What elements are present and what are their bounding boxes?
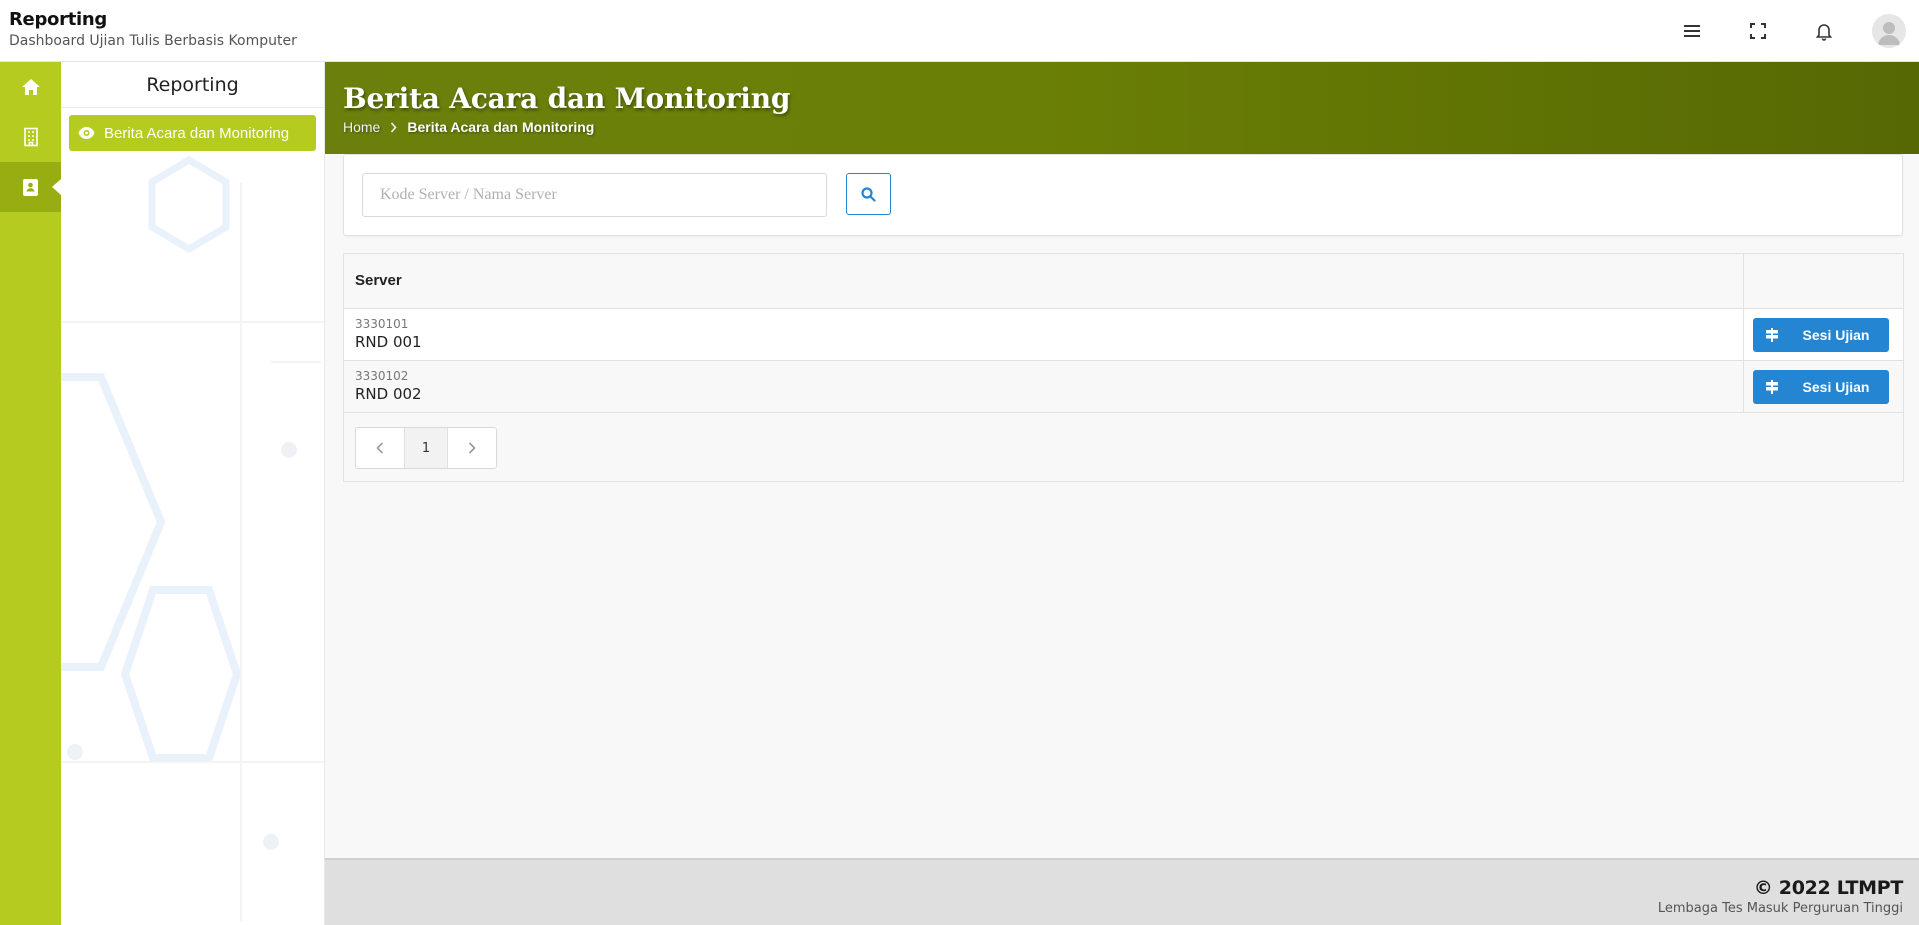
address-book-icon	[22, 178, 39, 197]
pagination: 1	[355, 427, 497, 469]
table-header: Server	[344, 254, 1903, 309]
sesi-ujian-button[interactable]: Sesi Ujian	[1753, 318, 1889, 352]
user-avatar-icon[interactable]	[1872, 14, 1906, 48]
sidebar-item-berita-acara[interactable]: Berita Acara dan Monitoring	[69, 115, 316, 151]
prev-page-button[interactable]	[356, 428, 404, 468]
search-input[interactable]	[362, 173, 827, 217]
search-card	[343, 154, 1903, 236]
chevron-right-icon	[468, 442, 476, 454]
server-code: 3330102	[355, 369, 409, 383]
hexagon-background	[61, 155, 324, 922]
table-row: 3330101 RND 001 Sesi Ujian	[344, 309, 1903, 361]
bell-icon[interactable]	[1812, 19, 1836, 43]
brand: Reporting Dashboard Ujian Tulis Berbasis…	[9, 9, 297, 50]
top-header: Reporting Dashboard Ujian Tulis Berbasis…	[0, 0, 1919, 62]
app-title: Reporting	[9, 9, 107, 30]
page-title: Berita Acara dan Monitoring	[343, 82, 791, 115]
header-actions	[1638, 0, 1919, 62]
chevron-right-icon	[390, 121, 397, 133]
home-icon	[21, 78, 41, 96]
sidebar-title: Reporting	[61, 62, 324, 108]
rail-item-address-book[interactable]	[0, 162, 61, 212]
icon-rail	[0, 62, 61, 925]
sidebar: Reporting Berita Acara dan Monitoring	[61, 62, 325, 925]
eye-icon	[78, 127, 95, 139]
sesi-ujian-label: Sesi Ujian	[1802, 379, 1870, 395]
footer-organization: Lembaga Tes Masuk Perguruan Tinggi	[1657, 901, 1903, 916]
footer: © 2022 LTMPT Lembaga Tes Masuk Perguruan…	[325, 858, 1919, 925]
footer-copyright: © 2022 LTMPT	[1753, 877, 1904, 899]
page-number-button[interactable]: 1	[404, 428, 448, 468]
column-divider	[1743, 254, 1744, 413]
building-icon	[23, 127, 39, 147]
breadcrumb-current: Berita Acara dan Monitoring	[407, 119, 595, 135]
search-icon	[861, 186, 876, 202]
next-page-button[interactable]	[448, 428, 496, 468]
sidebar-item-label: Berita Acara dan Monitoring	[104, 124, 290, 142]
signpost-icon	[1753, 328, 1791, 342]
chevron-left-icon	[376, 442, 384, 454]
app-subtitle: Dashboard Ujian Tulis Berbasis Komputer	[9, 33, 297, 49]
search-button[interactable]	[846, 173, 891, 215]
column-header-server: Server	[355, 272, 402, 289]
sesi-ujian-button[interactable]: Sesi Ujian	[1753, 370, 1889, 404]
server-name: RND 002	[355, 385, 422, 403]
signpost-icon	[1753, 380, 1791, 394]
page-banner: Berita Acara dan Monitoring Home Berita …	[325, 62, 1919, 154]
server-name: RND 001	[355, 333, 422, 351]
breadcrumb: Home Berita Acara dan Monitoring	[343, 119, 594, 135]
breadcrumb-home[interactable]: Home	[343, 119, 380, 135]
fullscreen-icon[interactable]	[1746, 19, 1770, 43]
rail-item-home[interactable]	[0, 62, 61, 112]
sesi-ujian-label: Sesi Ujian	[1802, 327, 1870, 343]
rail-item-building[interactable]	[0, 112, 61, 162]
table-row: 3330102 RND 002 Sesi Ujian	[344, 361, 1903, 413]
server-code: 3330101	[355, 317, 409, 331]
server-table: Server 3330101 RND 001 Sesi Ujian 333010…	[343, 253, 1904, 482]
main-content: Berita Acara dan Monitoring Home Berita …	[325, 62, 1919, 925]
menu-icon[interactable]	[1680, 19, 1704, 43]
